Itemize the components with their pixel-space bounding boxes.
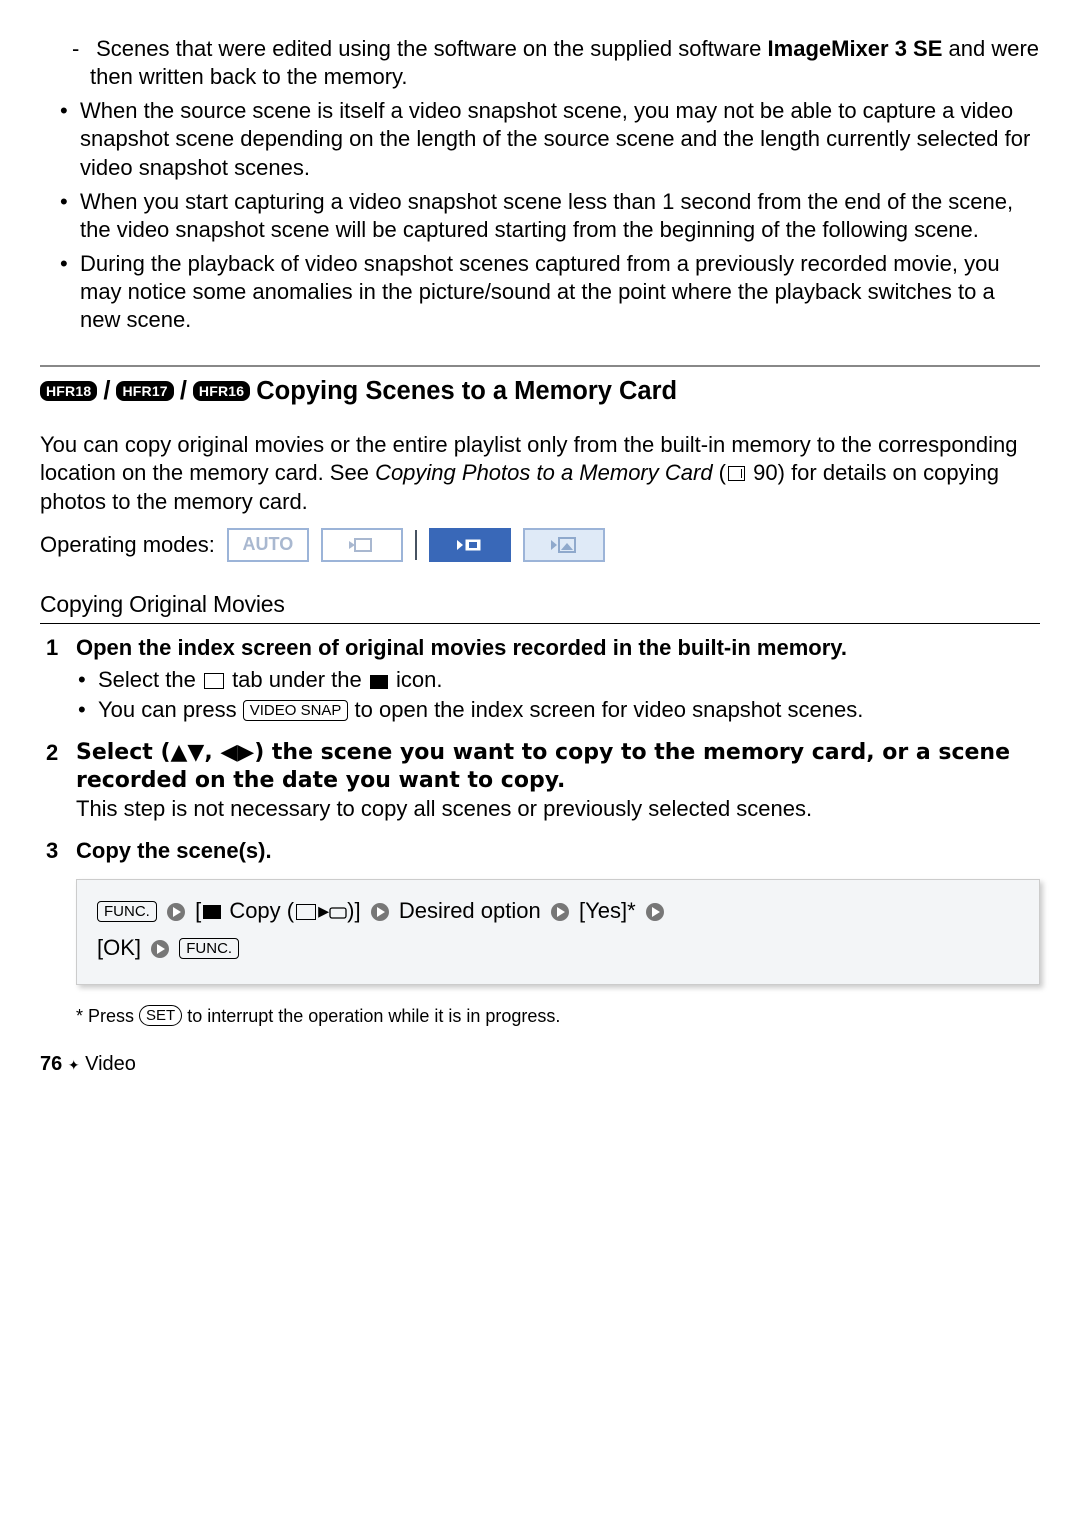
step-sub-item: Select the tab under the icon. xyxy=(98,666,1040,694)
step-3: Copy the scene(s). xyxy=(76,837,1040,865)
movie-mode-icon xyxy=(370,675,388,689)
subsection-rule xyxy=(40,623,1040,624)
func-button-label: FUNC. xyxy=(97,901,157,922)
continuation-note: Scenes that were edited using the softwa… xyxy=(90,35,1040,91)
manual-ref-icon xyxy=(728,466,745,481)
step-1: Open the index screen of original movies… xyxy=(76,634,1040,724)
memory-tab-icon xyxy=(204,673,224,689)
page-footer: 76 ✦ Video xyxy=(40,1052,1040,1078)
internal-memory-icon xyxy=(296,904,316,920)
model-badge: HFR17 xyxy=(116,381,173,401)
mode-playback-movie xyxy=(429,528,511,562)
note-item: During the playback of video snapshot sc… xyxy=(80,250,1040,334)
step-title: Open the index screen of original movies… xyxy=(76,634,1040,662)
steps-list: Open the index screen of original movies… xyxy=(40,634,1040,865)
model-badge: HFR16 xyxy=(193,381,250,401)
playback-photo-icon xyxy=(551,536,577,554)
subsection-heading: Copying Original Movies xyxy=(40,590,1040,619)
note-item: When you start capturing a video snapsho… xyxy=(80,188,1040,244)
movie-mode-icon xyxy=(203,905,221,919)
func-button-label: FUNC. xyxy=(179,938,239,959)
mode-divider xyxy=(415,530,417,560)
note-item: When the source scene is itself a video … xyxy=(80,97,1040,181)
notes-list: When the source scene is itself a video … xyxy=(40,97,1040,334)
operating-modes-row: Operating modes: AUTO xyxy=(40,528,1040,562)
step-sub-item: You can press VIDEO SNAP to open the ind… xyxy=(98,696,1040,724)
section-title-text: Copying Scenes to a Memory Card xyxy=(256,375,677,408)
chevron-icon xyxy=(166,898,186,931)
model-badge: HFR18 xyxy=(40,381,97,401)
footnote: * Press SET to interrupt the operation w… xyxy=(76,1005,1040,1028)
camcorder-outline-icon xyxy=(349,536,375,554)
chevron-icon xyxy=(150,935,170,968)
procedure-box: FUNC. [ Copy (▸)] Desired option [Yes]* … xyxy=(76,879,1040,985)
chevron-icon xyxy=(550,898,570,931)
step-title: Copy the scene(s). xyxy=(76,837,1040,865)
section-heading: HFR18/HFR17/HFR16 Copying Scenes to a Me… xyxy=(40,375,1040,408)
set-button-label: SET xyxy=(139,1005,182,1026)
mode-playback-photo xyxy=(523,528,605,562)
intro-paragraph: You can copy original movies or the enti… xyxy=(40,431,1040,515)
mode-auto: AUTO xyxy=(227,528,309,562)
playback-movie-icon xyxy=(455,536,485,554)
section-divider xyxy=(40,365,1040,373)
step-body: This step is not necessary to copy all s… xyxy=(76,795,1040,823)
chevron-icon xyxy=(370,898,390,931)
step-2: Select (▲▼, ◀▶) the scene you want to co… xyxy=(76,739,1040,823)
operating-modes-label: Operating modes: xyxy=(40,531,215,559)
mode-record-disabled xyxy=(321,528,403,562)
video-snap-button-label: VIDEO SNAP xyxy=(243,700,349,721)
sd-card-icon xyxy=(329,907,347,919)
chevron-icon xyxy=(645,898,665,931)
step-title: Select (▲▼, ◀▶) the scene you want to co… xyxy=(76,739,1040,795)
